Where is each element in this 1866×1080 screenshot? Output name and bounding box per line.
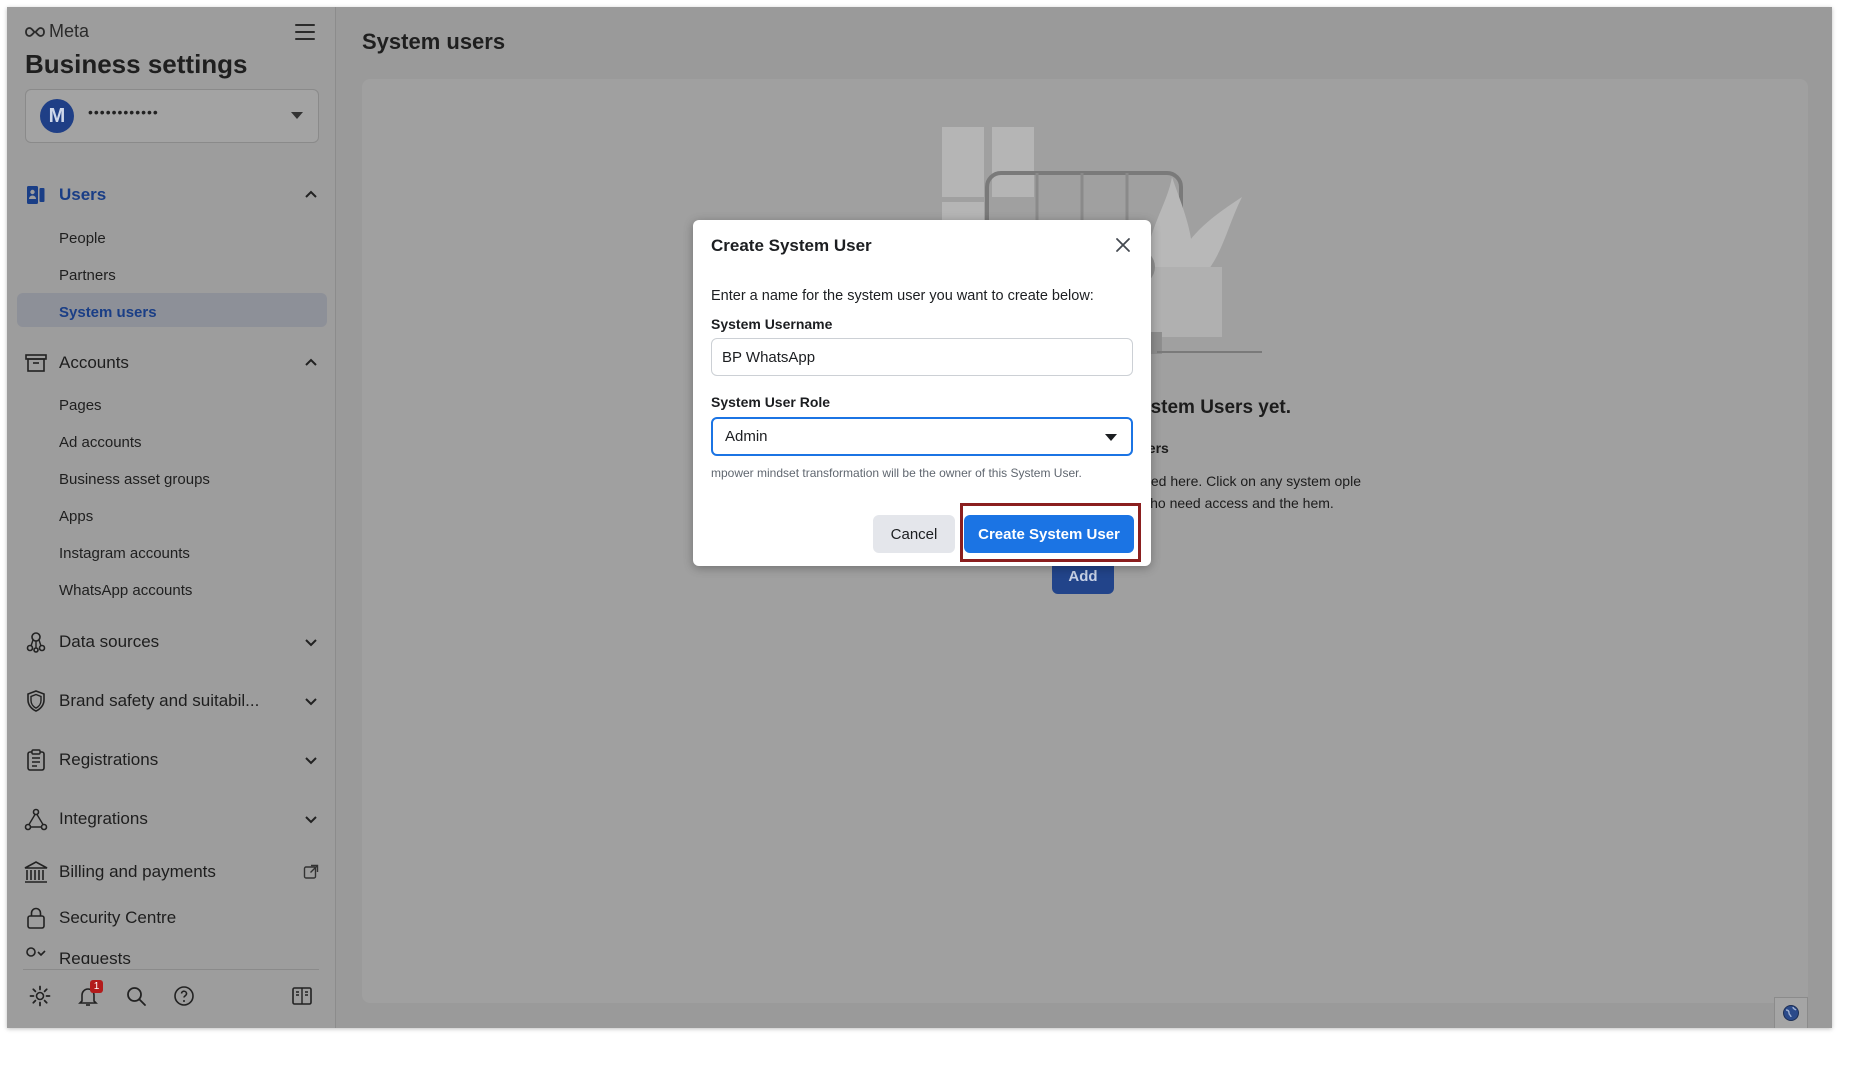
role-label: System User Role	[711, 394, 831, 410]
dialog-title: Create System User	[711, 236, 872, 255]
cancel-button[interactable]: Cancel	[873, 515, 955, 553]
settings-gear-icon[interactable]	[27, 983, 53, 1009]
empty-state-description: sted here. Click on any system ople who …	[1140, 473, 1361, 511]
nav-section-integrations[interactable]: Integrations	[23, 804, 319, 834]
business-settings-window: Meta Business settings M •••••••••••• Us…	[7, 7, 1832, 1028]
nav-section-label: Integrations	[59, 809, 148, 828]
page-title: System users	[362, 29, 506, 54]
meta-logo[interactable]: Meta	[24, 21, 89, 42]
username-label: System Username	[711, 316, 833, 332]
nav-section-security-centre[interactable]: Security Centre	[23, 903, 319, 933]
help-icon[interactable]	[171, 983, 197, 1009]
system-username-input[interactable]	[711, 338, 1133, 376]
page-heading: Business settings	[25, 49, 248, 79]
dialog-intro-text: Enter a name for the system user you wan…	[711, 288, 1094, 304]
key-icon	[23, 944, 49, 964]
close-icon[interactable]	[1113, 235, 1133, 255]
sidebar-item-whatsapp-accounts[interactable]: WhatsApp accounts	[59, 582, 192, 599]
nav-section-label: Users	[59, 185, 107, 204]
panel-toggle-icon[interactable]	[289, 983, 315, 1009]
system-user-role-select[interactable]: Admin	[711, 417, 1133, 456]
account-name: ••••••••••••	[88, 104, 159, 120]
language-globe-icon[interactable]	[1774, 997, 1808, 1028]
lock-icon	[23, 905, 49, 931]
chevron-down-icon[interactable]	[303, 693, 319, 709]
nav-section-requests[interactable]: Requests	[23, 944, 319, 964]
empty-state-heading: ystem Users yet.	[1140, 397, 1292, 418]
integrations-icon	[23, 806, 49, 832]
caret-down-icon	[291, 112, 303, 119]
sidebar-item-people[interactable]: People	[59, 230, 106, 247]
nav-section-accounts[interactable]: Accounts	[23, 348, 319, 378]
nav-section-label: Requests	[59, 949, 131, 964]
avatar: M	[40, 99, 74, 133]
nav-section-data-sources[interactable]: Data sources	[23, 627, 319, 657]
bank-icon	[23, 859, 49, 885]
nav-section-label: Billing and payments	[59, 862, 216, 881]
nav-section-brand-safety[interactable]: Brand safety and suitabil...	[23, 686, 319, 716]
owner-note: mpower mindset transformation will be th…	[711, 466, 1082, 480]
nav-section-label: Brand safety and suitabil...	[59, 691, 260, 710]
create-system-user-button[interactable]: Create System User	[964, 515, 1134, 553]
chevron-down-icon[interactable]	[303, 634, 319, 650]
sidebar-footer-divider	[23, 969, 319, 970]
create-system-user-dialog: Create System User Enter a name for the …	[693, 220, 1151, 566]
chevron-down-icon[interactable]	[303, 811, 319, 827]
nav-section-billing[interactable]: Billing and payments	[23, 857, 319, 887]
sidebar-item-system-users[interactable]: System users	[59, 304, 157, 321]
search-icon[interactable]	[123, 983, 149, 1009]
chevron-down-icon[interactable]	[303, 752, 319, 768]
sidebar-item-business-asset-groups[interactable]: Business asset groups	[59, 471, 210, 488]
meta-logo-text: Meta	[49, 21, 90, 41]
clipboard-icon	[23, 747, 49, 773]
shield-icon	[23, 688, 49, 714]
data-sources-icon	[23, 629, 49, 655]
sidebar-item-pages[interactable]: Pages	[59, 397, 102, 414]
sidebar-item-partners[interactable]: Partners	[59, 267, 116, 284]
accounts-icon	[23, 350, 49, 376]
users-icon	[23, 182, 49, 208]
external-link-icon[interactable]	[303, 864, 319, 880]
nav-section-label: Data sources	[59, 632, 160, 651]
sidebar-item-apps[interactable]: Apps	[59, 508, 93, 525]
nav-section-label: Security Centre	[59, 908, 177, 927]
sidebar-item-ad-accounts[interactable]: Ad accounts	[59, 434, 142, 451]
nav-section-registrations[interactable]: Registrations	[23, 745, 319, 775]
caret-down-icon	[1105, 434, 1117, 441]
chevron-up-icon[interactable]	[303, 187, 319, 203]
chevron-up-icon[interactable]	[303, 355, 319, 371]
business-account-selector[interactable]: M ••••••••••••	[25, 89, 319, 143]
nav-section-label: Registrations	[59, 750, 159, 769]
notification-badge: 1	[90, 980, 103, 993]
nav-section-users[interactable]: Users	[23, 180, 319, 210]
role-selected-value: Admin	[725, 428, 768, 445]
notifications-bell-icon[interactable]: 1	[75, 980, 103, 1009]
nav-section-label: Accounts	[59, 353, 129, 372]
meta-infinity-icon	[25, 26, 45, 37]
sidebar: Meta Business settings M •••••••••••• Us…	[7, 7, 336, 1028]
menu-toggle-icon[interactable]	[293, 20, 317, 44]
sidebar-item-instagram-accounts[interactable]: Instagram accounts	[59, 545, 190, 562]
